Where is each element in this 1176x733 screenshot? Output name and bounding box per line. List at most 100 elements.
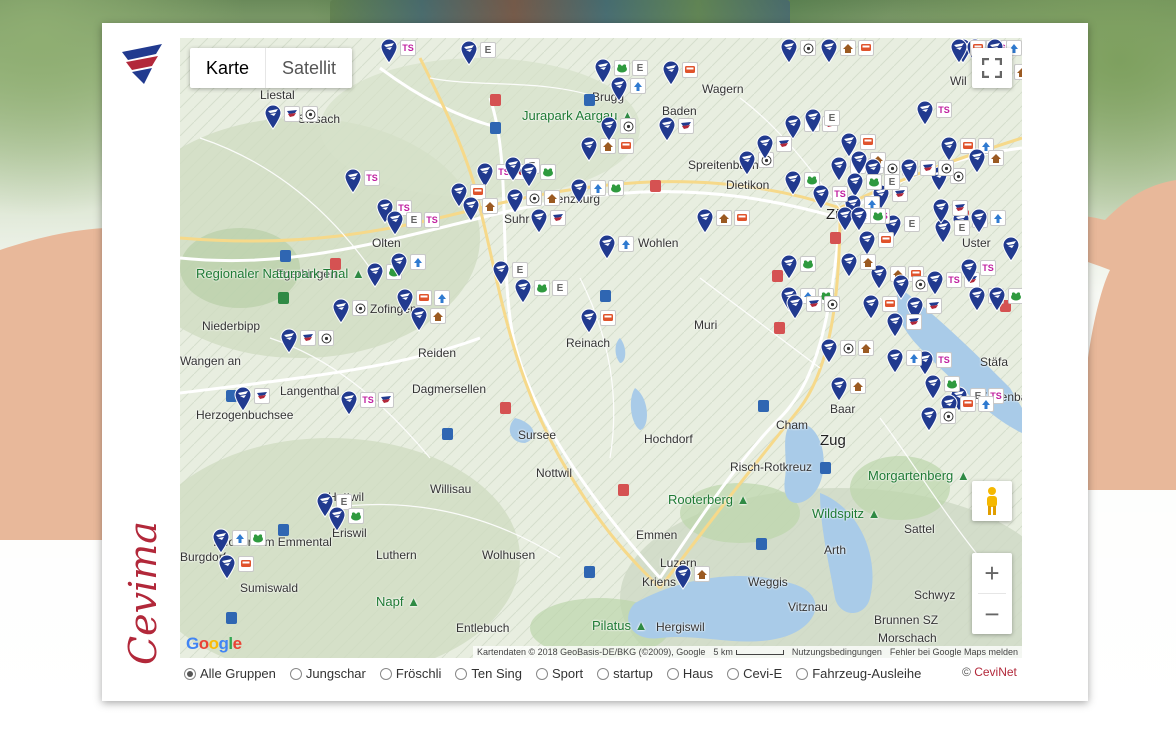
group-pin-icon[interactable] <box>940 136 958 162</box>
frog-tag-icon[interactable] <box>250 530 266 546</box>
bus-tag-icon[interactable] <box>882 296 898 312</box>
cevi-tag-icon[interactable] <box>920 160 936 176</box>
frog-tag-icon[interactable] <box>870 208 886 224</box>
group-pin-icon[interactable] <box>886 312 904 338</box>
group-pin-icon[interactable] <box>786 294 804 320</box>
group-pin-icon[interactable] <box>756 134 774 160</box>
filter-option[interactable]: Fröschli <box>379 666 441 681</box>
group-pin-icon[interactable] <box>970 208 988 234</box>
ts-tag-icon[interactable]: TS <box>936 102 952 118</box>
frog-tag-icon[interactable] <box>348 508 364 524</box>
cevi-tag-icon[interactable] <box>284 106 300 122</box>
house-tag-icon[interactable] <box>858 340 874 356</box>
group-pin-icon[interactable] <box>212 528 230 554</box>
ball-tag-icon[interactable] <box>824 296 840 312</box>
ball-tag-icon[interactable] <box>940 408 956 424</box>
group-pin-icon[interactable] <box>514 278 532 304</box>
house-tag-icon[interactable] <box>1014 64 1022 80</box>
group-pin-icon[interactable] <box>390 252 408 278</box>
frog-tag-icon[interactable] <box>534 280 550 296</box>
group-pin-icon[interactable] <box>570 178 588 204</box>
group-pin-icon[interactable] <box>784 170 802 196</box>
ts-tag-icon[interactable]: TS <box>360 392 376 408</box>
arrow-tag-icon[interactable] <box>434 290 450 306</box>
bus-tag-icon[interactable] <box>860 134 876 150</box>
frog-tag-icon[interactable] <box>944 376 960 392</box>
radio-button[interactable] <box>727 667 740 680</box>
cevi-tag-icon[interactable] <box>254 388 270 404</box>
group-pin-icon[interactable] <box>280 328 298 354</box>
group-pin-icon[interactable] <box>968 148 986 174</box>
ts-tag-icon[interactable]: TS <box>364 170 380 186</box>
group-pin-icon[interactable] <box>920 406 938 432</box>
group-pin-icon[interactable] <box>932 198 950 224</box>
cevi-tag-icon[interactable] <box>678 118 694 134</box>
group-pin-icon[interactable] <box>234 386 252 412</box>
group-pin-icon[interactable] <box>862 294 880 320</box>
group-pin-icon[interactable] <box>780 254 798 280</box>
group-pin-icon[interactable] <box>858 230 876 256</box>
group-pin-icon[interactable] <box>460 40 478 66</box>
group-pin-icon[interactable] <box>830 376 848 402</box>
report-error-link[interactable]: Fehler bei Google Maps melden <box>890 647 1018 657</box>
map-type-map-button[interactable]: Karte <box>190 48 265 88</box>
ball-tag-icon[interactable] <box>302 106 318 122</box>
bus-tag-icon[interactable] <box>682 62 698 78</box>
zoom-in-button[interactable]: + <box>972 553 1012 593</box>
group-pin-icon[interactable] <box>328 506 346 532</box>
group-pin-icon[interactable] <box>264 104 282 130</box>
group-pin-icon[interactable] <box>580 136 598 162</box>
frog-tag-icon[interactable] <box>608 180 624 196</box>
group-pin-icon[interactable] <box>820 38 838 64</box>
radio-button[interactable] <box>455 667 468 680</box>
E-tag-icon[interactable]: E <box>552 280 568 296</box>
arrow-tag-icon[interactable] <box>232 530 248 546</box>
fullscreen-button[interactable] <box>972 48 1012 88</box>
group-pin-icon[interactable] <box>386 210 404 236</box>
group-pin-icon[interactable] <box>1002 236 1020 262</box>
radio-button[interactable] <box>597 667 610 680</box>
zoom-out-button[interactable]: − <box>972 594 1012 634</box>
group-pin-icon[interactable] <box>916 100 934 126</box>
ts-tag-icon[interactable]: TS <box>400 40 416 56</box>
cevi-tag-icon[interactable] <box>300 330 316 346</box>
radio-button[interactable] <box>535 667 548 680</box>
terms-link[interactable]: Nutzungsbedingungen <box>792 647 882 657</box>
arrow-tag-icon[interactable] <box>630 78 646 94</box>
ts-tag-icon[interactable]: TS <box>832 186 848 202</box>
group-pin-icon[interactable] <box>610 76 628 102</box>
bus-tag-icon[interactable] <box>618 138 634 154</box>
group-pin-icon[interactable] <box>520 162 538 188</box>
arrow-tag-icon[interactable] <box>590 180 606 196</box>
group-pin-icon[interactable] <box>812 184 830 210</box>
group-pin-icon[interactable] <box>950 38 968 64</box>
ball-tag-icon[interactable] <box>938 160 954 176</box>
ball-tag-icon[interactable] <box>318 330 334 346</box>
group-pin-icon[interactable] <box>380 38 398 64</box>
scale-bar[interactable]: 5 km <box>713 647 784 657</box>
filter-option[interactable]: Sport <box>535 666 583 681</box>
house-tag-icon[interactable] <box>716 210 732 226</box>
frog-tag-icon[interactable] <box>540 164 556 180</box>
group-pin-icon[interactable] <box>674 564 692 590</box>
group-pin-icon[interactable] <box>530 208 548 234</box>
frog-tag-icon[interactable] <box>1008 288 1022 304</box>
bus-tag-icon[interactable] <box>878 232 894 248</box>
E-tag-icon[interactable]: E <box>480 42 496 58</box>
filter-option[interactable]: Haus <box>666 666 713 681</box>
filter-option[interactable]: Ten Sing <box>455 666 522 681</box>
house-tag-icon[interactable] <box>860 254 876 270</box>
frog-tag-icon[interactable] <box>800 256 816 272</box>
filter-option[interactable]: Alle Gruppen <box>184 666 276 681</box>
house-tag-icon[interactable] <box>840 40 856 56</box>
E-tag-icon[interactable]: E <box>954 220 970 236</box>
bus-tag-icon[interactable] <box>858 40 874 56</box>
arrow-tag-icon[interactable] <box>978 396 994 412</box>
ts-tag-icon[interactable]: TS <box>936 352 952 368</box>
E-tag-icon[interactable]: E <box>904 216 920 232</box>
group-pin-icon[interactable] <box>968 286 986 312</box>
map-type-satellite-button[interactable]: Satellit <box>265 48 352 88</box>
group-pin-icon[interactable] <box>820 338 838 364</box>
filter-option[interactable]: Jungschar <box>289 666 366 681</box>
group-pin-icon[interactable] <box>900 158 918 184</box>
